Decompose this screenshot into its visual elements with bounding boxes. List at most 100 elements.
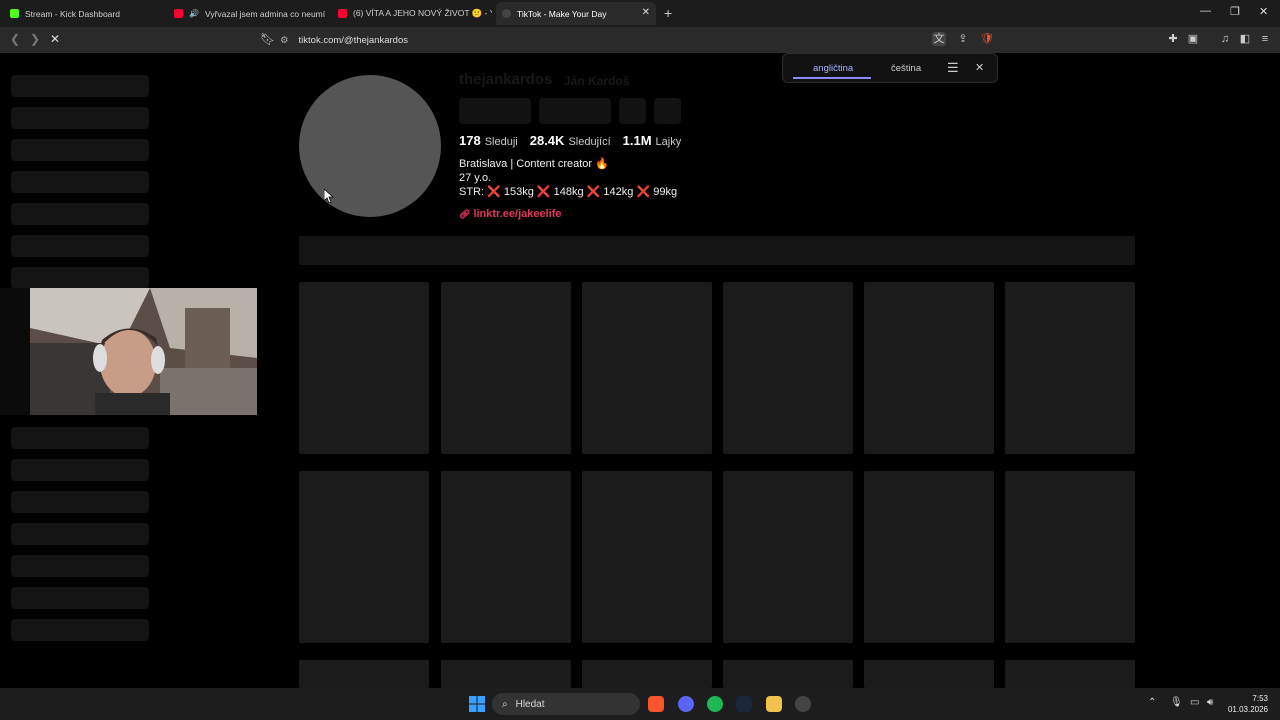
video-card[interactable] [1005,660,1135,688]
bio-line: STR: ❌ 153kg ❌ 148kg ❌ 142kg ❌ 99kg [459,186,678,198]
youtube-icon [338,9,347,18]
skeleton-item [11,491,149,513]
obs-app-icon[interactable] [795,696,811,712]
share-icon[interactable]: ⇪ [956,32,970,46]
clock-time: 7:53 [1252,694,1268,703]
clock[interactable]: 7:53 01.03.2026 [1228,693,1268,715]
skeleton-item [11,107,149,129]
browser-toolbar: ❮ ❯ ✕ 🔖︎ ⚙︎ tiktok.com/@thejankardos 文 ⇪… [0,27,1280,53]
video-card[interactable] [299,471,429,643]
video-card[interactable] [864,660,994,688]
profile-username: thejankardos [459,71,553,88]
address-bar[interactable]: ⚙︎ tiktok.com/@thejankardos [280,29,1000,51]
tab-tiktok[interactable]: TikTok - Make Your Day ✕ [496,2,656,25]
follow-button[interactable] [459,98,531,124]
tab-bar: Stream - Kick Dashboard 🔊 Vyřvazal jsem … [0,0,1280,27]
video-card[interactable] [723,660,853,688]
discord-app-icon[interactable] [678,696,694,712]
back-button[interactable]: ❮ [10,32,20,46]
tab-label: (6) VÍTA A JEHO NOVÝ ŽIVOT 🙂 - Yo [353,8,492,18]
microphone-icon[interactable]: 🎙︎ [1170,697,1183,708]
avatar[interactable] [299,75,441,217]
tab-kick[interactable]: Stream - Kick Dashboard [4,2,164,25]
video-card[interactable] [864,282,994,454]
video-card[interactable] [1005,282,1135,454]
steam-app-icon[interactable] [736,696,752,712]
followers-count[interactable]: 28.4K Sledující [530,133,611,148]
active-tab-indicator [793,77,871,79]
video-card[interactable] [582,282,712,454]
profile-link-text: linktr.ee/jakeelife [473,208,562,220]
window-close-button[interactable]: ✕ [1259,5,1268,18]
translate-to-tab[interactable]: čeština [891,63,921,74]
bookmark-icon[interactable]: 🔖︎ [260,32,275,46]
skeleton-item [11,171,149,193]
extensions-icon[interactable]: ✚ [1166,32,1180,46]
media-icon[interactable]: ♫ [1218,32,1232,46]
restore-button[interactable]: ❐ [1230,5,1240,18]
windows-start-icon[interactable] [469,696,485,712]
menu-icon[interactable]: ≡ [1258,32,1272,46]
tray-overflow-icon[interactable]: ⌃ [1148,697,1156,708]
taskbar-search[interactable]: ⌕ Hledat [492,693,640,715]
close-tab-icon[interactable]: ✕ [642,7,650,18]
video-card[interactable] [299,660,429,688]
brave-shields-icon[interactable]: 🛡︎ [980,32,994,46]
suggest-button[interactable] [619,98,646,124]
skeleton-item [11,459,149,481]
profile-stats: 178 Sleduji 28.4K Sledující 1.1M Lajky [459,133,681,148]
speaker-icon: 🔊 [189,9,199,18]
tab-youtube-1[interactable]: 🔊 Vyřvazal jsem admina co neumí p [168,2,328,25]
video-card[interactable] [441,660,571,688]
site-settings-icon[interactable]: ⚙︎ [280,35,289,46]
file-explorer-icon[interactable] [766,696,782,712]
spotify-app-icon[interactable] [707,696,723,712]
search-label: Hledat [515,698,545,710]
video-card[interactable] [441,471,571,643]
new-tab-button[interactable]: + [664,5,672,21]
webcam-overlay [0,288,257,415]
tab-youtube-2[interactable]: (6) VÍTA A JEHO NOVÝ ŽIVOT 🙂 - Yo [332,2,492,25]
mouse-cursor-icon [324,189,334,203]
message-button[interactable] [539,98,611,124]
youtube-icon [174,9,183,18]
skeleton-item [11,267,149,289]
following-count[interactable]: 178 Sleduji [459,133,518,148]
translate-from-tab[interactable]: angličtina [813,63,853,74]
video-card[interactable] [582,471,712,643]
video-card[interactable] [582,660,712,688]
profile-bio: Bratislava | Content creator 🔥 27 y.o. S… [459,157,677,199]
skeleton-item [11,523,149,545]
skeleton-item [11,139,149,161]
wallet-icon[interactable]: ▣ [1186,32,1200,46]
translate-menu-icon[interactable]: ☰ [947,60,959,76]
likes-count: 1.1M Lajky [622,133,682,148]
video-card[interactable] [441,282,571,454]
video-card[interactable] [723,471,853,643]
skeleton-item [11,75,149,97]
tab-label: TikTok - Make Your Day [517,8,607,19]
video-card[interactable] [864,471,994,643]
profile-nickname: Ján Kardoš [564,74,630,88]
link-icon: 🔗︎ [459,209,471,219]
tabs-skeleton [299,236,1135,265]
profile-link[interactable]: 🔗︎ linktr.ee/jakeelife [459,208,562,220]
translate-icon[interactable]: 文 [932,32,946,46]
volume-icon[interactable]: 🔊︎ [1207,697,1213,708]
kick-icon [10,9,19,18]
forward-button[interactable]: ❯ [30,32,40,46]
video-card[interactable] [1005,471,1135,643]
tab-label: Stream - Kick Dashboard [25,8,120,19]
more-button[interactable] [654,98,681,124]
skeleton-item [11,619,149,641]
stop-loading-button[interactable]: ✕ [50,32,60,46]
skeleton-item [11,427,149,449]
network-icon[interactable]: ▭ [1190,697,1199,708]
video-card[interactable] [299,282,429,454]
clock-date: 01.03.2026 [1227,705,1268,714]
minimize-button[interactable]: — [1200,5,1211,17]
brave-app-icon[interactable] [648,696,664,712]
sidebar-icon[interactable]: ◧ [1238,32,1252,46]
video-card[interactable] [723,282,853,454]
translate-close-icon[interactable]: ✕ [975,61,984,74]
